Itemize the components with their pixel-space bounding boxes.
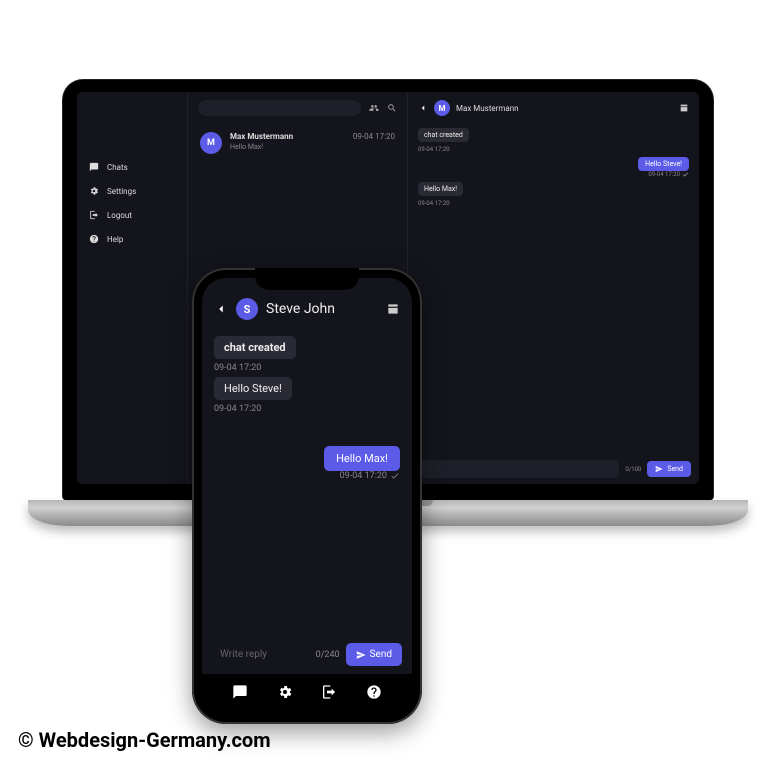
send-icon <box>655 465 663 473</box>
sidebar-item-label: Logout <box>107 211 132 220</box>
laptop-search-row <box>188 92 407 122</box>
gear-icon <box>89 186 99 196</box>
sidebar-item-label: Settings <box>107 187 136 196</box>
conversation-preview: Hello Max! <box>230 143 395 151</box>
back-icon[interactable] <box>418 103 428 113</box>
sidebar-item-settings[interactable]: Settings <box>89 186 187 196</box>
chat-title: Max Mustermann <box>456 104 673 113</box>
conversation-time: 09-04 17:20 <box>353 132 395 141</box>
timestamp: 09-04 17:20 <box>418 200 689 207</box>
send-button[interactable]: Send <box>647 461 691 477</box>
chat-header: M Max Mustermann <box>408 92 699 124</box>
phone-tab-bar <box>202 674 412 714</box>
help-icon <box>89 234 99 244</box>
laptop-chat-panel: M Max Mustermann chat created 09-04 17:2… <box>407 92 699 484</box>
movie-icon[interactable] <box>679 103 689 113</box>
system-chip: chat created <box>214 336 296 359</box>
search-input[interactable] <box>198 100 361 116</box>
logout-icon <box>89 210 99 220</box>
send-button[interactable]: Send <box>346 643 402 666</box>
timestamp: 09-04 17:20 <box>214 363 400 373</box>
conversation-name: Max Mustermann <box>230 132 293 141</box>
checkmark-icon <box>682 171 689 178</box>
conversation-item[interactable]: M Max Mustermann 09-04 17:20 Hello Max! <box>188 122 407 164</box>
send-label: Send <box>370 649 392 660</box>
avatar: M <box>434 100 450 116</box>
char-counter: 0/240 <box>316 650 340 660</box>
chat-icon <box>89 162 99 172</box>
message-bubble: Hello Max! <box>324 446 400 471</box>
message-in: Hello Max! <box>418 182 463 196</box>
movie-icon[interactable] <box>386 302 400 316</box>
timestamp: 09-04 17:20 <box>418 146 689 153</box>
system-chip: chat created <box>418 128 469 142</box>
sidebar-item-chats[interactable]: Chats <box>89 162 187 172</box>
sidebar-item-logout[interactable]: Logout <box>89 210 187 220</box>
laptop-sidebar: Chats Settings Logout Help <box>77 92 187 484</box>
checkmark-icon <box>390 471 400 481</box>
phone-app: S Steve John chat created 09-04 17:20 He… <box>202 278 412 714</box>
message-out: Hello Max! 09-04 17:20 <box>324 446 400 481</box>
char-counter: 0/100 <box>625 466 641 473</box>
sidebar-item-label: Chats <box>107 163 128 172</box>
back-icon[interactable] <box>214 302 228 316</box>
timestamp: 09-04 17:20 <box>214 404 400 414</box>
phone-mockup: S Steve John chat created 09-04 17:20 He… <box>192 268 422 724</box>
send-label: Send <box>667 465 683 473</box>
sidebar-item-help[interactable]: Help <box>89 234 187 244</box>
avatar: S <box>236 298 258 320</box>
copyright-text: © Webdesign-Germany.com <box>18 728 271 752</box>
message-bubble: Hello Steve! <box>638 157 689 171</box>
search-icon[interactable] <box>387 103 397 113</box>
avatar: M <box>200 132 222 154</box>
chat-footer: 0/100 Send <box>408 454 699 484</box>
message-in: Hello Steve! <box>214 377 292 400</box>
message-out: Hello Steve! 09-04 17:20 <box>638 157 689 178</box>
logout-icon[interactable] <box>321 684 337 700</box>
phone-chat-body: chat created 09-04 17:20 Hello Steve! 09… <box>202 330 412 635</box>
chat-body: chat created 09-04 17:20 Hello Steve! 09… <box>408 124 699 454</box>
send-icon <box>356 650 366 660</box>
group-add-icon[interactable] <box>369 103 379 113</box>
chat-icon[interactable] <box>232 684 248 700</box>
timestamp: 09-04 17:20 <box>324 471 400 481</box>
reply-input[interactable]: Write reply <box>212 643 310 666</box>
reply-input[interactable] <box>416 460 619 478</box>
help-icon[interactable] <box>366 684 382 700</box>
conversation-text: Max Mustermann 09-04 17:20 Hello Max! <box>230 132 395 154</box>
phone-chat-header: S Steve John <box>202 278 412 330</box>
sidebar-item-label: Help <box>107 235 123 244</box>
timestamp: 09-04 17:20 <box>638 171 689 178</box>
phone-chat-footer: Write reply 0/240 Send <box>202 635 412 674</box>
gear-icon[interactable] <box>277 684 293 700</box>
chat-title: Steve John <box>266 301 378 317</box>
